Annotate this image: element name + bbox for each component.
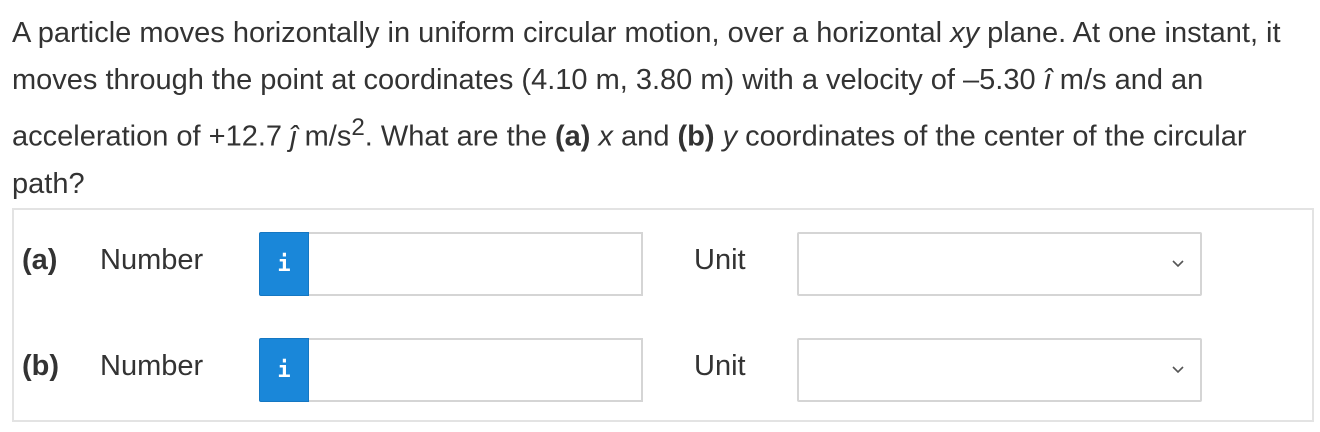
- number-input-a[interactable]: [309, 232, 643, 296]
- j-hat-symbol: ĵ: [290, 120, 297, 153]
- answer-row-b: (b) Number i Unit: [14, 338, 1312, 402]
- question-text-part: m/s: [296, 120, 352, 153]
- answer-panel: (a) Number i Unit (b) Number i Unit: [12, 208, 1314, 422]
- part-b-ref: (b): [677, 120, 715, 153]
- unit-label: Unit: [694, 244, 746, 276]
- number-label: Number: [100, 244, 204, 276]
- chevron-down-icon: [1172, 260, 1184, 268]
- part-a-ref: (a): [554, 120, 591, 153]
- unit-label: Unit: [694, 350, 746, 382]
- question-var-y: y: [722, 120, 738, 153]
- answer-row-a: (a) Number i Unit: [14, 232, 1312, 296]
- question-text: A particle moves horizontally in uniform…: [12, 10, 1312, 208]
- info-icon[interactable]: i: [259, 338, 309, 402]
- info-icon[interactable]: i: [259, 232, 309, 296]
- part-label: (b): [22, 350, 60, 382]
- question-var-x: x: [598, 120, 614, 153]
- question-text-part: . What are the: [364, 120, 555, 153]
- unit-select-b[interactable]: [797, 338, 1202, 402]
- chevron-down-icon: [1172, 366, 1184, 374]
- question-text-part: A particle moves horizontally in uniform…: [12, 17, 951, 49]
- number-input-b[interactable]: [309, 338, 643, 402]
- part-label: (a): [22, 244, 58, 276]
- question-var-xy: xy: [950, 17, 980, 49]
- exponent: 2: [351, 114, 365, 141]
- number-label: Number: [100, 350, 204, 382]
- unit-select-a[interactable]: [797, 232, 1202, 296]
- question-text-part: and: [613, 120, 678, 153]
- i-hat-symbol: î: [1043, 64, 1052, 96]
